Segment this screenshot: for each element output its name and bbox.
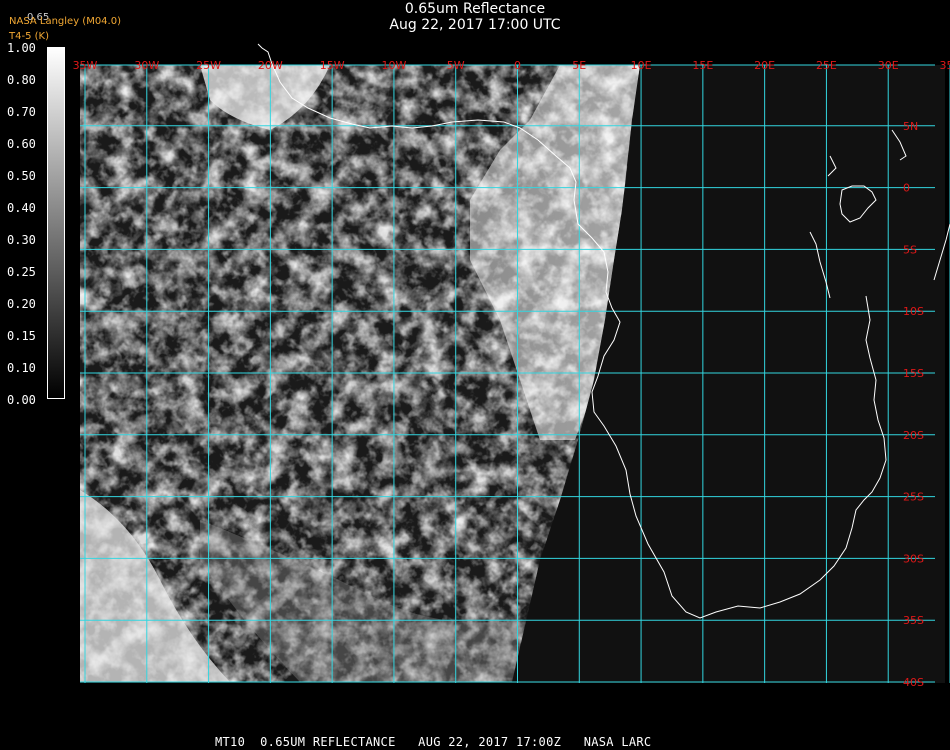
chart-subtitle: Aug 22, 2017 17:00 UTC [389,17,561,33]
colorbar-tick-label: 0.20 [7,297,36,311]
longitude-label: 5W [447,59,465,72]
colorbar-tick-label: 0.40 [7,201,36,215]
longitude-label: 30E [878,59,899,72]
longitude-label: 35W [73,59,98,72]
longitude-label: 25E [816,59,837,72]
colorbar-tick-label: 1.00 [7,41,36,55]
longitude-label: 20E [754,59,775,72]
footer-caption: MT10 0.65UM REFLECTANCE AUG 22, 2017 17:… [215,735,652,749]
latitude-label: 10S [903,305,924,318]
colorbar-tick-label: 0.10 [7,361,36,375]
colorbar-tick-label: 0.50 [7,169,36,183]
satellite-map: 35W 30W 25W 20W 15W 10W 5W 0 5E 10E 15E 20E 25E 30E 3 5… [73,43,950,689]
longitude-label: 15W [320,59,345,72]
longitude-label: 20W [258,59,283,72]
colorbar-tick-label: 0.30 [7,233,36,247]
longitude-label: 35E [940,59,950,72]
longitude-label: 30W [134,59,159,72]
chart-title: 0.65um Reflectance [404,1,546,17]
colorbar [47,47,65,399]
longitude-label: 5E [572,59,586,72]
latitude-label: 30S [903,552,924,565]
latitude-label: 5N [903,120,918,133]
longitude-label: 25W [196,59,221,72]
longitude-label: 10W [381,59,406,72]
colorbar-tick-label: 0.60 [7,137,36,151]
latitude-label: 15S [903,367,924,380]
latitude-label: 20S [903,429,924,442]
latitude-label: 0 [903,182,910,195]
longitude-label: 10E [631,59,652,72]
latitude-label: 40S [903,676,924,689]
latitude-label: 25S [903,491,924,504]
longitude-label: 15E [692,59,713,72]
colorbar-tick-label: 0.00 [7,393,36,407]
institution-label: NASA Langley (M04.0) [9,16,121,27]
colorbar-tick-label: 0.25 [7,265,36,279]
colorbar-tick-label: 0.15 [7,329,36,343]
latitude-label: 5S [903,243,917,256]
latitude-label: 35S [903,614,924,627]
colorbar-tick-label: 0.70 [7,105,36,119]
longitude-label: 0 [514,59,521,72]
colorbar-tick-label: 0.80 [7,73,36,87]
